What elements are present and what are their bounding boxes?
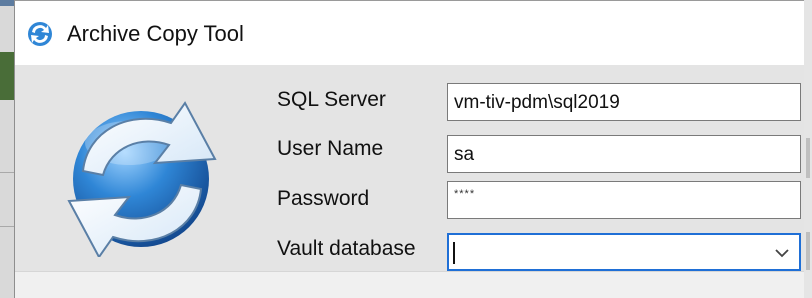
- vault-database-label: Vault database: [277, 237, 416, 260]
- background-window-edge: [804, 0, 812, 298]
- sql-server-input[interactable]: vm-tiv-pdm\sql2019: [447, 83, 801, 121]
- sync-arrows-icon: [28, 22, 52, 46]
- user-name-input[interactable]: sa: [447, 135, 801, 173]
- password-input[interactable]: ****: [447, 181, 801, 219]
- password-masked-value: ****: [454, 188, 476, 200]
- background-window-control: [806, 138, 810, 178]
- archive-copy-tool-window: Archive Copy Tool SQL Server vm-tiv-pdm\…: [14, 0, 804, 298]
- text-cursor: [453, 242, 455, 264]
- desktop-strip: [0, 0, 14, 6]
- desktop-divider: [0, 172, 14, 173]
- desktop-strip: [0, 52, 14, 100]
- desktop-background-left: [0, 0, 14, 298]
- vault-database-combobox[interactable]: [447, 233, 801, 271]
- password-label: Password: [277, 187, 370, 210]
- title-bar[interactable]: Archive Copy Tool: [15, 1, 804, 65]
- form-panel: SQL Server vm-tiv-pdm\sql2019 User Name …: [15, 65, 804, 271]
- bottom-panel: [15, 271, 804, 298]
- sql-server-value: vm-tiv-pdm\sql2019: [454, 92, 620, 113]
- user-name-label: User Name: [277, 137, 384, 160]
- sql-server-label: SQL Server: [277, 88, 386, 111]
- chevron-down-icon[interactable]: [773, 246, 791, 260]
- window-title: Archive Copy Tool: [67, 21, 244, 46]
- desktop-divider: [0, 226, 14, 227]
- user-name-value: sa: [454, 144, 475, 165]
- sync-arrows-icon: [67, 101, 217, 257]
- background-window-control: [806, 232, 810, 270]
